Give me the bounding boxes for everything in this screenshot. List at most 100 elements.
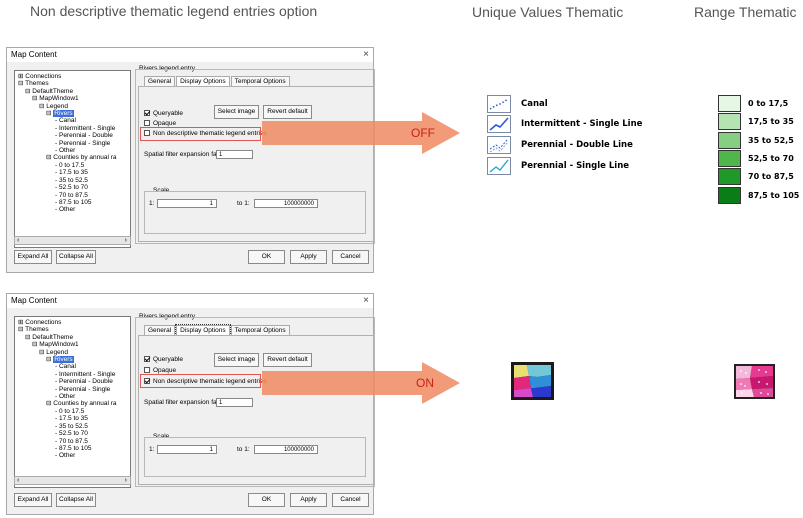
- cancel-button[interactable]: Cancel: [332, 493, 369, 507]
- tab-strip: General Display Options Temporal Options: [144, 324, 291, 336]
- tree-item-range-2[interactable]: - 17.5 to 35: [15, 415, 130, 422]
- range-swatch: [718, 168, 741, 185]
- tree-item-perennial-single[interactable]: - Perennial - Single: [15, 386, 130, 393]
- layer-tree[interactable]: ⊞ Connections ⊟ Themes ⊟ DefaultTheme ⊟ …: [14, 70, 131, 248]
- tree-item-rivers[interactable]: ⊟ Rivers: [15, 110, 130, 118]
- checkbox-checked-icon: [144, 356, 150, 363]
- tab-display-options[interactable]: Display Options: [176, 76, 230, 86]
- scroll-left-icon[interactable]: ‹: [17, 237, 19, 244]
- range-label: 17,5 to 35: [748, 117, 794, 126]
- tree-item-perennial-double[interactable]: - Perennial - Double: [15, 378, 130, 385]
- tree-item-legend[interactable]: ⊟ Legend: [15, 349, 130, 356]
- tab-display-options[interactable]: Display Options: [175, 324, 231, 336]
- highlight-box: [140, 127, 261, 141]
- expand-all-button[interactable]: Expand All: [14, 250, 52, 264]
- tree-item-range-6[interactable]: - 87.5 to 105: [15, 199, 130, 206]
- collapse-all-button[interactable]: Collapse All: [56, 250, 96, 264]
- tree-item-mapwindow[interactable]: ⊟ MapWindow1: [15, 341, 130, 348]
- dialog-title: Map Content: [7, 294, 373, 308]
- scale-to-label: to 1:: [237, 200, 250, 207]
- checkbox-empty-icon: [144, 120, 150, 127]
- expand-all-button[interactable]: Expand All: [14, 493, 52, 507]
- tree-item-other[interactable]: - Other: [15, 393, 130, 400]
- tree-item-canal[interactable]: - Canal: [15, 117, 130, 124]
- scroll-left-icon[interactable]: ‹: [17, 477, 19, 484]
- range-label: 52,5 to 70: [748, 154, 794, 163]
- cancel-button[interactable]: Cancel: [332, 250, 369, 264]
- tree-item-intermittent[interactable]: - Intermittent - Single: [15, 371, 130, 378]
- spatial-filter-input[interactable]: 1: [216, 398, 253, 407]
- legend-label: Perennial - Double Line: [521, 140, 633, 150]
- perennial-double-line-icon: [487, 136, 511, 154]
- canal-line-icon: [487, 95, 511, 113]
- highlight-box: [140, 374, 261, 388]
- tree-horizontal-scrollbar[interactable]: ‹ ›: [14, 236, 131, 245]
- tab-temporal-options[interactable]: Temporal Options: [230, 325, 290, 335]
- queryable-checkbox[interactable]: Queryable: [144, 356, 183, 363]
- select-image-button[interactable]: Select image: [214, 353, 259, 367]
- tree-item-range-1[interactable]: - 0 to 17.5: [15, 408, 130, 415]
- spatial-filter-input[interactable]: 1: [216, 150, 253, 159]
- apply-button[interactable]: Apply: [290, 250, 327, 264]
- tree-item-counties[interactable]: ⊟ Counties by annual ra: [15, 154, 130, 161]
- checkbox-empty-icon: [144, 367, 150, 374]
- layer-tree[interactable]: ⊞ Connections ⊟ Themes ⊟ DefaultTheme ⊟ …: [14, 316, 131, 488]
- queryable-checkbox[interactable]: Queryable: [144, 110, 183, 117]
- ok-button[interactable]: OK: [248, 250, 285, 264]
- tree-item-other-2[interactable]: - Other: [15, 452, 130, 459]
- opaque-checkbox[interactable]: Opaque: [144, 120, 176, 127]
- scale-from-input[interactable]: 1: [157, 199, 217, 208]
- collapse-all-button[interactable]: Collapse All: [56, 493, 96, 507]
- tab-general[interactable]: General: [144, 76, 176, 86]
- tree-item-themes[interactable]: ⊟ Themes: [15, 326, 130, 333]
- tree-item-perennial-single[interactable]: - Perennial - Single: [15, 140, 130, 147]
- tree-item-themes[interactable]: ⊟ Themes: [15, 80, 130, 87]
- tree-item-range-4[interactable]: - 52.5 to 70: [15, 184, 130, 191]
- tree-item-other[interactable]: - Other: [15, 147, 130, 154]
- tab-general[interactable]: General: [144, 325, 176, 335]
- tree-horizontal-scrollbar[interactable]: ‹ ›: [14, 476, 131, 485]
- scale-from-input[interactable]: 1: [157, 445, 217, 454]
- scroll-right-icon[interactable]: ›: [125, 237, 127, 244]
- range-label: 0 to 17,5: [748, 99, 789, 108]
- tree-item-range-3[interactable]: - 35 to 52.5: [15, 423, 130, 430]
- range-title: Range Thematic: [694, 4, 797, 20]
- select-image-button[interactable]: Select image: [214, 105, 259, 119]
- range-swatch: [718, 132, 741, 149]
- unique-values-thematic-icon: [511, 362, 554, 400]
- tree-item-defaulttheme[interactable]: ⊟ DefaultTheme: [15, 334, 130, 341]
- scale-group-box: [144, 437, 366, 477]
- ok-button[interactable]: OK: [248, 493, 285, 507]
- scale-to-input[interactable]: 100000000: [254, 199, 318, 208]
- opaque-checkbox[interactable]: Opaque: [144, 367, 176, 374]
- tree-item-legend[interactable]: ⊟ Legend: [15, 103, 130, 110]
- tab-temporal-options[interactable]: Temporal Options: [230, 76, 290, 86]
- tree-item-range-5[interactable]: - 70 to 87.5: [15, 192, 130, 199]
- tree-item-range-2[interactable]: - 17.5 to 35: [15, 169, 130, 176]
- legend-label: Intermittent - Single Line: [521, 119, 643, 129]
- tree-item-intermittent[interactable]: - Intermittent - Single: [15, 125, 130, 132]
- tree-item-defaulttheme[interactable]: ⊟ DefaultTheme: [15, 88, 130, 95]
- close-icon[interactable]: ×: [363, 48, 369, 62]
- close-icon[interactable]: ×: [363, 294, 369, 308]
- tree-item-connections[interactable]: ⊞ Connections: [15, 73, 130, 80]
- scale-from-label: 1:: [149, 200, 155, 207]
- scale-to-input[interactable]: 100000000: [254, 445, 318, 454]
- tree-item-perennial-double[interactable]: - Perennial - Double: [15, 132, 130, 139]
- tree-item-mapwindow[interactable]: ⊟ MapWindow1: [15, 95, 130, 102]
- tree-item-other-2[interactable]: - Other: [15, 206, 130, 213]
- tree-item-range-1[interactable]: - 0 to 17.5: [15, 162, 130, 169]
- dialog-title: Map Content: [7, 48, 373, 62]
- scroll-right-icon[interactable]: ›: [125, 477, 127, 484]
- tree-item-range-3[interactable]: - 35 to 52.5: [15, 177, 130, 184]
- legend-label: Canal: [521, 99, 548, 109]
- range-label: 87,5 to 105: [748, 191, 800, 200]
- tree-item-range-6[interactable]: - 87.5 to 105: [15, 445, 130, 452]
- tree-item-range-4[interactable]: - 52.5 to 70: [15, 430, 130, 437]
- tree-item-rivers[interactable]: ⊟ Rivers: [15, 356, 130, 364]
- tree-item-range-5[interactable]: - 70 to 87.5: [15, 438, 130, 445]
- apply-button[interactable]: Apply: [290, 493, 327, 507]
- tree-item-counties[interactable]: ⊟ Counties by annual ra: [15, 400, 130, 407]
- tree-item-connections[interactable]: ⊞ Connections: [15, 319, 130, 326]
- tree-item-canal[interactable]: - Canal: [15, 363, 130, 370]
